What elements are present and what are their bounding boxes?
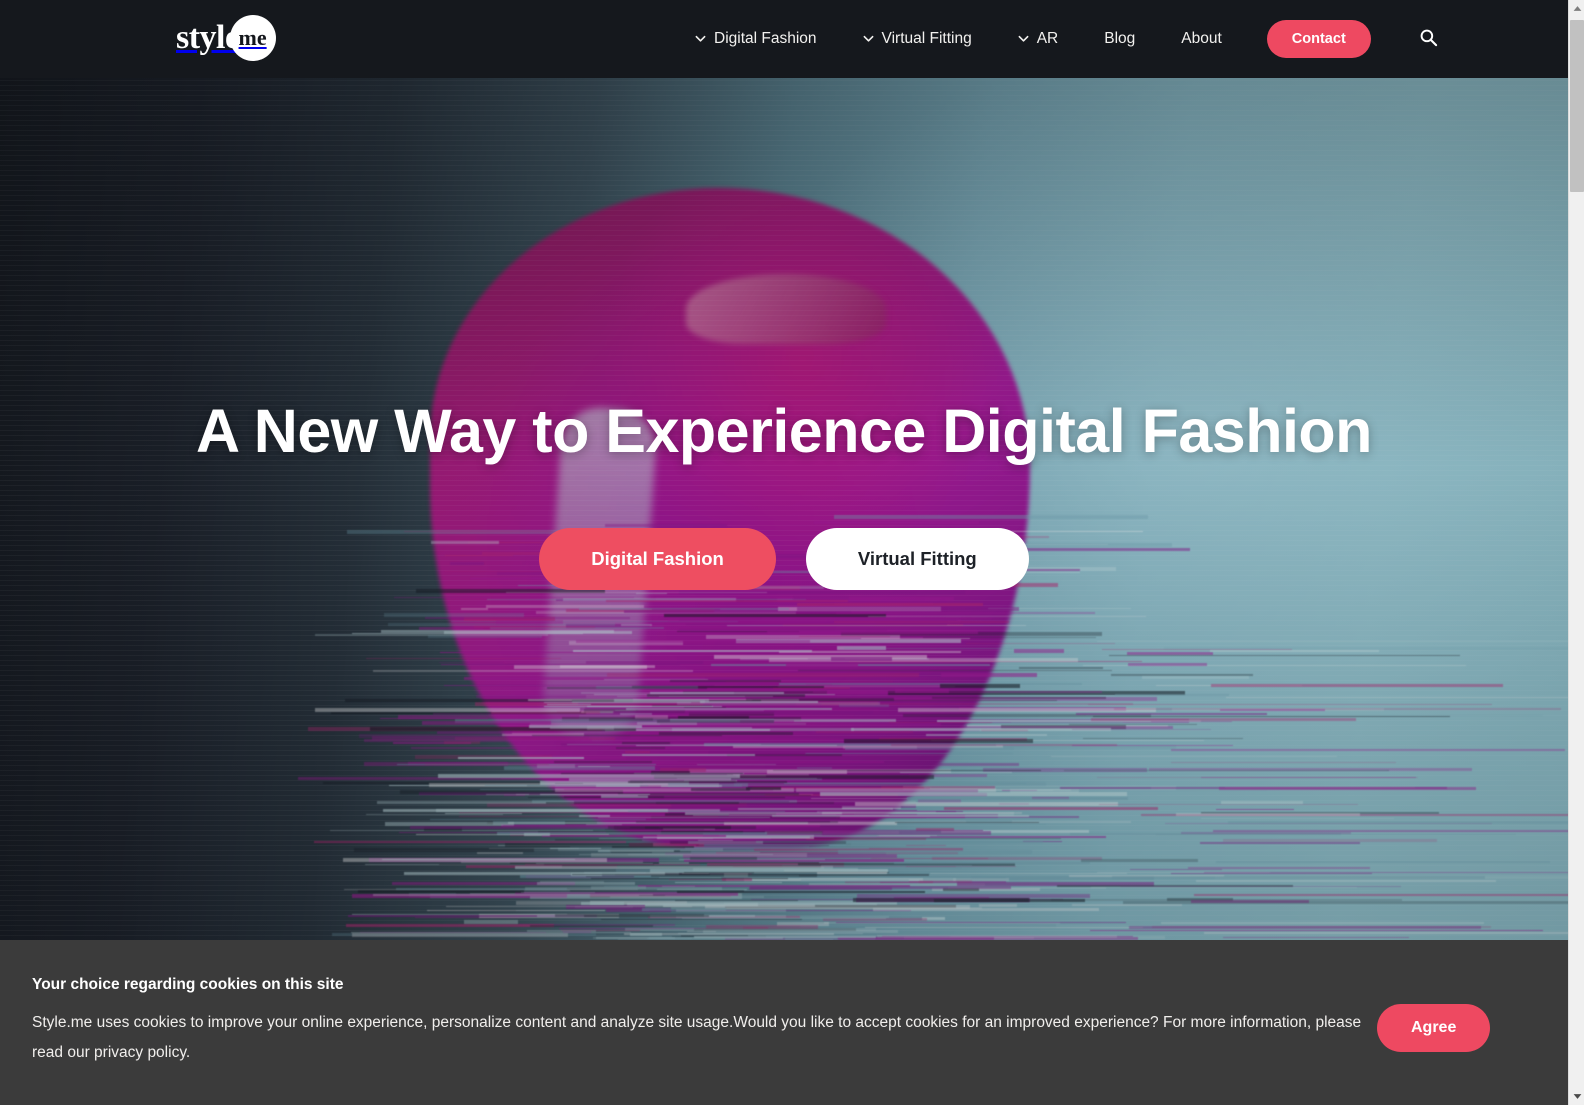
- cookie-text-block: Your choice regarding cookies on this si…: [32, 976, 1377, 1068]
- search-button[interactable]: [1413, 22, 1444, 56]
- nav-item-about[interactable]: About: [1158, 0, 1245, 78]
- site-header: style me Digital Fashion Virtual Fitting: [0, 0, 1568, 78]
- cookie-agree-button[interactable]: Agree: [1377, 1004, 1491, 1052]
- cookie-consent-banner: Your choice regarding cookies on this si…: [0, 940, 1568, 1105]
- style-me-logo[interactable]: style me: [176, 14, 276, 62]
- scrollbar-thumb[interactable]: [1570, 20, 1584, 192]
- hero-section: A New Way to Experience Digital Fashion …: [0, 78, 1568, 940]
- scroll-up-arrow-icon[interactable]: [1569, 0, 1584, 17]
- logo-badge-text: me: [238, 25, 267, 50]
- nav-item-ar[interactable]: AR: [995, 0, 1082, 78]
- search-icon: [1419, 28, 1438, 50]
- scroll-down-arrow-icon[interactable]: [1569, 1088, 1584, 1105]
- hero-virtual-fitting-button[interactable]: Virtual Fitting: [805, 527, 1029, 590]
- nav-item-digital-fashion[interactable]: Digital Fashion: [672, 0, 840, 78]
- chevron-down-icon: [695, 33, 706, 44]
- hero-cta-group: Digital Fashion Virtual Fitting: [539, 527, 1029, 590]
- nav-item-blog[interactable]: Blog: [1081, 0, 1158, 78]
- cookie-banner-body: Style.me uses cookies to improve your on…: [32, 1014, 1362, 1061]
- browser-page: style me Digital Fashion Virtual Fitting: [0, 0, 1568, 1105]
- hero-headline: A New Way to Experience Digital Fashion: [196, 397, 1372, 466]
- nav-label: About: [1181, 30, 1222, 47]
- nav-label: Virtual Fitting: [881, 30, 972, 47]
- logo-badge-circle: me: [229, 15, 276, 61]
- hero-digital-fashion-button[interactable]: Digital Fashion: [539, 527, 776, 590]
- chevron-down-icon: [1018, 33, 1029, 44]
- hero-content: A New Way to Experience Digital Fashion …: [0, 78, 1568, 940]
- nav-label: Digital Fashion: [714, 30, 817, 47]
- nav-label: Blog: [1104, 30, 1136, 47]
- vertical-scrollbar[interactable]: [1568, 0, 1584, 1105]
- contact-button[interactable]: Contact: [1266, 20, 1371, 58]
- cookie-banner-title: Your choice regarding cookies on this si…: [32, 976, 344, 993]
- nav-item-virtual-fitting[interactable]: Virtual Fitting: [840, 0, 995, 78]
- chevron-down-icon: [863, 33, 874, 44]
- nav-label: AR: [1036, 30, 1059, 47]
- main-navigation: Digital Fashion Virtual Fitting AR Blog …: [672, 0, 1444, 78]
